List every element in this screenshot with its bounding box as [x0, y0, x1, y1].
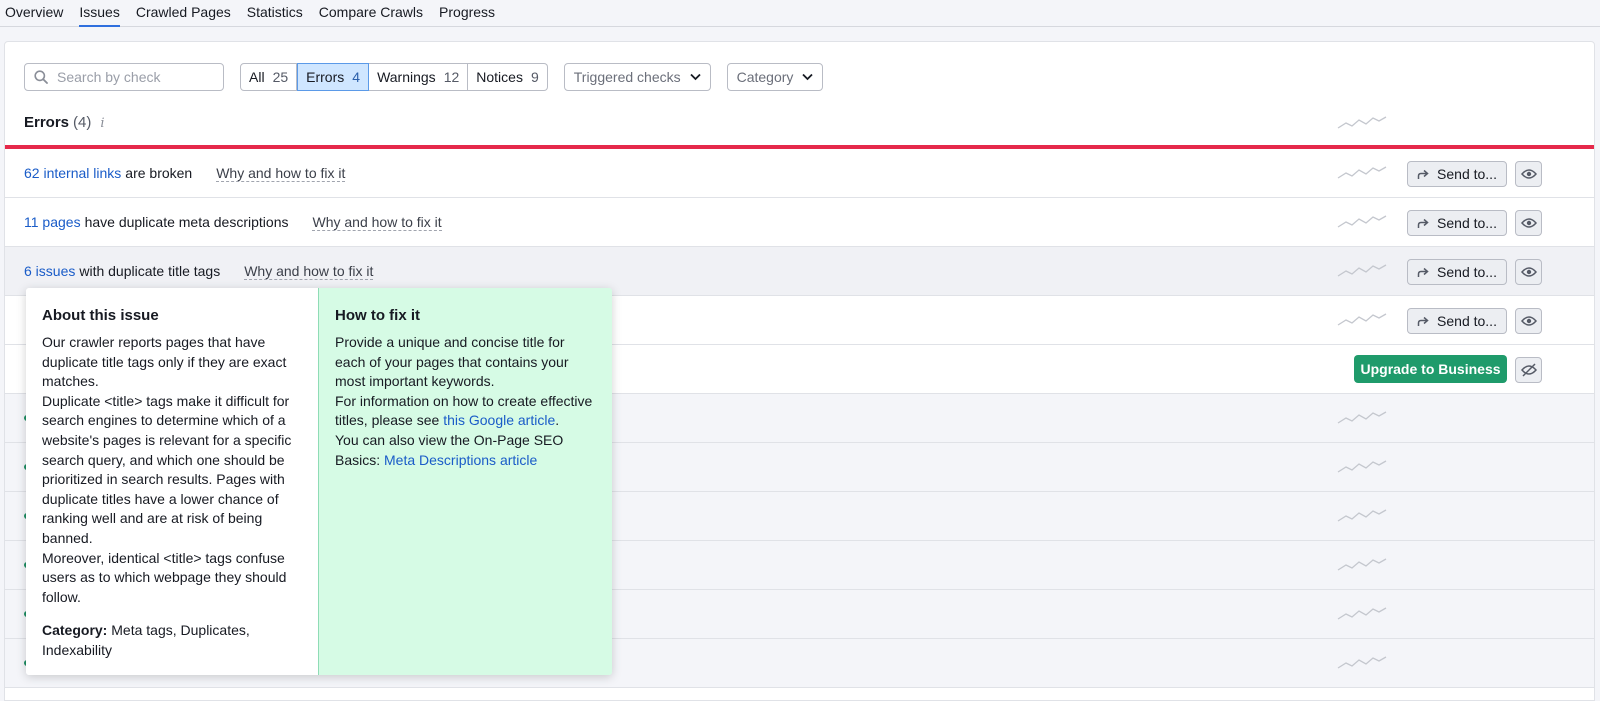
about-paragraph: Our crawler reports pages that have dupl… — [42, 334, 287, 390]
tab-overview[interactable]: Overview — [5, 3, 71, 26]
send-to-label: Send to... — [1437, 313, 1497, 329]
sparkline-icon — [1337, 215, 1387, 228]
category-info: Category: Meta tags, Duplicates, Indexab… — [42, 621, 302, 660]
send-to-button[interactable]: Send to... — [1407, 259, 1507, 285]
send-to-button[interactable]: Send to... — [1407, 210, 1507, 236]
about-paragraph: Duplicate <title> tags make it difficult… — [42, 392, 292, 546]
send-to-label: Send to... — [1437, 264, 1497, 280]
issue-text: are broken — [125, 165, 193, 181]
tab-crawled-pages[interactable]: Crawled Pages — [136, 3, 239, 26]
issues-toolbar: All 25 Errors 4 Warnings 12 Notices 9 Trigge… — [24, 63, 824, 91]
upgrade-button[interactable]: Upgrade to Business — [1354, 355, 1507, 383]
triggered-checks-dropdown[interactable]: Triggered checks — [563, 63, 711, 91]
issue-row: 11 pages have duplicate meta description… — [5, 198, 1594, 247]
about-title: About this issue — [42, 307, 159, 324]
sparkline-icon — [1337, 264, 1387, 277]
chevron-down-icon — [802, 73, 814, 81]
top-nav: Overview Issues Crawled Pages Statistics… — [0, 0, 1600, 27]
hide-issue-button[interactable] — [1515, 210, 1542, 236]
sparkline-icon — [1337, 558, 1387, 571]
issue-text: have duplicate meta descriptions — [84, 214, 289, 230]
filter-notices[interactable]: Notices 9 — [468, 63, 548, 91]
issue-link[interactable]: 6 issues — [24, 263, 75, 279]
sparkline-icon — [1337, 460, 1387, 473]
fix-paragraph: Provide a unique and concise title for e… — [335, 334, 569, 390]
filter-errors[interactable]: Errors 4 — [297, 63, 370, 91]
fix-paragraph: You can also view the On-Page SEO Basics… — [335, 431, 596, 470]
why-fix-link[interactable]: Why and how to fix it — [216, 165, 346, 182]
dropdown-label: Triggered checks — [573, 69, 681, 85]
filter-label: Notices — [476, 69, 523, 85]
eye-icon — [1520, 169, 1537, 179]
share-arrow-icon — [1417, 169, 1429, 179]
tab-progress[interactable]: Progress — [439, 3, 503, 26]
send-to-button[interactable]: Send to... — [1407, 161, 1507, 187]
issue-row: 62 internal links are broken Why and how… — [5, 149, 1594, 198]
share-arrow-icon — [1417, 267, 1429, 277]
section-header: Errors (4) i — [24, 114, 105, 131]
tab-issues[interactable]: Issues — [79, 3, 127, 27]
filter-all[interactable]: All 25 — [240, 63, 298, 91]
issue-link[interactable]: 11 pages — [24, 214, 81, 230]
tab-statistics[interactable]: Statistics — [247, 3, 311, 26]
show-issue-button[interactable] — [1515, 357, 1542, 383]
meta-descriptions-link[interactable]: Meta Descriptions article — [384, 452, 537, 468]
eye-off-icon — [1520, 363, 1537, 377]
about-panel: About this issue Our crawler reports pag… — [26, 288, 319, 675]
share-arrow-icon — [1417, 218, 1429, 228]
send-to-button[interactable]: Send to... — [1407, 308, 1507, 334]
hide-issue-button[interactable] — [1515, 259, 1542, 285]
filter-count: 4 — [352, 69, 361, 85]
sparkline-icon — [1337, 656, 1387, 669]
why-fix-link[interactable]: Why and how to fix it — [312, 214, 442, 231]
eye-icon — [1520, 316, 1537, 326]
severity-filter: All 25 Errors 4 Warnings 12 Notices 9 — [240, 63, 548, 91]
hide-issue-button[interactable] — [1515, 308, 1542, 334]
search-input[interactable] — [55, 68, 215, 86]
filter-count: 12 — [443, 69, 460, 85]
section-count: (4) — [73, 114, 92, 131]
issue-info-popover: About this issue Our crawler reports pag… — [26, 288, 612, 675]
eye-icon — [1520, 218, 1537, 228]
tab-compare-crawls[interactable]: Compare Crawls — [319, 3, 431, 26]
category-label: Category: — [42, 622, 108, 639]
eye-icon — [1520, 267, 1537, 277]
search-box[interactable] — [24, 63, 224, 91]
fix-panel: How to fix it Provide a unique and conci… — [319, 288, 612, 675]
sparkline-icon — [1337, 166, 1387, 179]
sparkline-icon — [1337, 607, 1387, 620]
issue-link[interactable]: 62 internal links — [24, 165, 121, 181]
search-icon — [34, 70, 48, 84]
filter-warnings[interactable]: Warnings 12 — [369, 63, 469, 91]
sparkline-icon — [1337, 411, 1387, 424]
fix-paragraph: For information on how to create effecti… — [335, 392, 596, 431]
filter-count: 9 — [530, 69, 539, 85]
filter-label: Warnings — [377, 69, 436, 85]
filter-label: All — [249, 69, 265, 85]
filter-label: Errors — [306, 69, 345, 85]
chevron-down-icon — [689, 73, 701, 81]
fix-text: . — [555, 412, 560, 429]
sparkline-icon — [1337, 313, 1387, 326]
why-fix-link[interactable]: Why and how to fix it — [244, 263, 374, 280]
dropdown-label: Category — [736, 69, 794, 85]
section-title: Errors — [24, 114, 70, 131]
share-arrow-icon — [1417, 316, 1429, 326]
fix-title: How to fix it — [335, 307, 420, 324]
info-icon[interactable]: i — [100, 116, 104, 131]
issue-text: with duplicate title tags — [79, 263, 221, 279]
filter-count: 25 — [272, 69, 289, 85]
hide-issue-button[interactable] — [1515, 161, 1542, 187]
about-paragraph: Moreover, identical <title> tags confuse… — [42, 549, 287, 605]
send-to-label: Send to... — [1437, 215, 1497, 231]
send-to-label: Send to... — [1437, 166, 1497, 182]
category-dropdown[interactable]: Category — [726, 63, 824, 91]
sparkline-icon — [1337, 509, 1387, 522]
google-article-link[interactable]: this Google article — [443, 412, 555, 428]
sparkline-icon — [1337, 116, 1387, 129]
